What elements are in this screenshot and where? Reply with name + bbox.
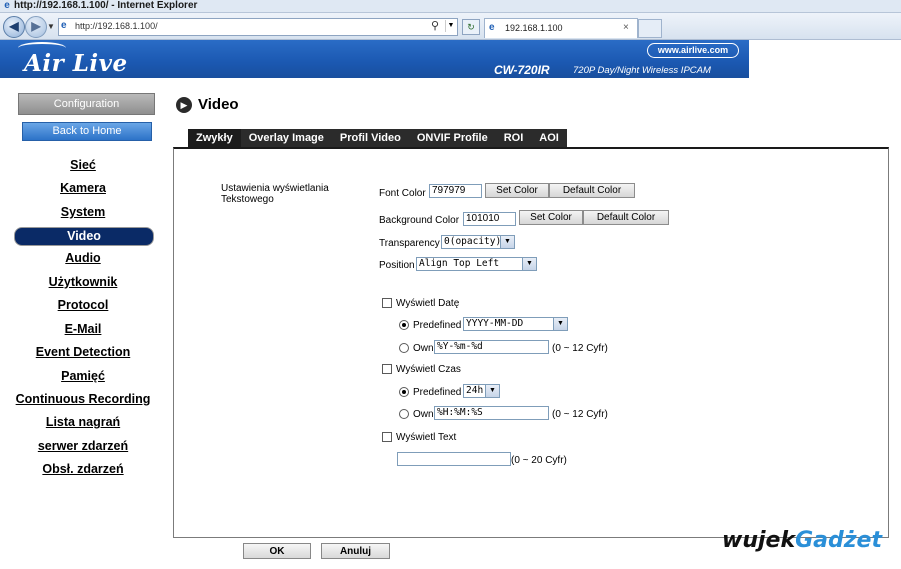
show-text-checkbox[interactable] [382,432,392,442]
cancel-button[interactable]: Anuluj [321,543,390,559]
address-bar[interactable]: e ⚲ ▼ [58,18,458,36]
time-format-value: 24h [466,385,484,396]
browser-tab[interactable]: e 192.168.1.100 × [484,18,638,38]
website-link[interactable]: www.airlive.com [647,43,739,58]
page-favicon-icon: e [61,20,67,31]
forward-arrow-icon[interactable]: ▶ [25,16,47,38]
chevron-down-icon: ▼ [485,385,499,397]
section-label: Ustawienia wyświetlania Tekstowego [221,183,329,205]
watermark-part1: wujek [722,528,796,553]
date-own-radio[interactable] [399,343,409,353]
tab-roi[interactable]: ROI [496,129,532,148]
date-format-select[interactable]: YYYY-MM-DD ▼ [463,317,568,331]
position-value: Align Top Left [419,258,500,269]
font-default-color-button[interactable]: Default Color [549,183,635,198]
chevron-down-icon: ▼ [553,318,567,330]
time-format-select[interactable]: 24h ▼ [463,384,500,398]
history-dropdown-icon[interactable]: ▼ [47,22,55,31]
date-own-input[interactable] [434,340,549,354]
background-set-color-button[interactable]: Set Color [519,210,583,225]
time-own-input[interactable] [434,406,549,420]
close-tab-icon[interactable]: × [623,22,629,33]
sidebar-item-pamiec[interactable]: Pamięć [10,369,156,383]
tab-overlay-image[interactable]: Overlay Image [241,129,332,148]
date-predefined-radio[interactable] [399,320,409,330]
window-title-bar: e http://192.168.1.100/ - Internet Explo… [0,0,901,13]
tab-favicon-icon: e [489,22,495,33]
configuration-button[interactable]: Configuration [18,93,155,115]
ok-button[interactable]: OK [243,543,311,559]
custom-text-hint: (0 ~ 20 Cyfr) [511,455,567,466]
tab-profil-video[interactable]: Profil Video [332,129,409,148]
time-own-label: Own [413,409,434,420]
show-text-label: Wyświetl Text [396,432,457,443]
page-title: Video [198,96,239,113]
back-arrow-icon[interactable]: ◀ [3,16,25,38]
time-predefined-radio[interactable] [399,387,409,397]
header-banner: Air Live www.airlive.com CW-720IR 720P D… [0,40,749,78]
show-date-checkbox[interactable] [382,298,392,308]
search-icon[interactable]: ⚲ [431,19,439,32]
model-description: 720P Day/Night Wireless IPCAM [573,65,711,76]
browser-toolbar: ◀ ▶ ▼ e ⚲ ▼ ↻ e 192.168.1.100 × [0,13,901,40]
chevron-down-icon: ▼ [500,236,514,248]
time-predefined-label: Predefined [413,387,462,398]
address-dropdown-icon[interactable]: ▼ [445,20,456,32]
font-color-label: Font Color [379,188,426,199]
custom-text-input[interactable] [397,452,511,466]
time-own-hint: (0 ~ 12 Cyfr) [552,409,608,420]
date-own-hint: (0 ~ 12 Cyfr) [552,343,608,354]
airlive-logo: Air Live [24,50,128,77]
transparency-value: 0(opacity) [444,236,502,247]
ie-logo-icon: e [4,0,10,11]
video-tabs: Zwykły Overlay Image Profil Video ONVIF … [188,129,567,148]
sidebar-item-system[interactable]: System [10,205,156,219]
url-input[interactable] [75,20,375,32]
sidebar-item-email[interactable]: E-Mail [10,322,156,336]
sidebar-item-audio[interactable]: Audio [10,251,156,265]
time-own-radio[interactable] [399,409,409,419]
sidebar-item-event-detection[interactable]: Event Detection [10,345,156,359]
refresh-icon[interactable]: ↻ [462,19,480,35]
show-time-checkbox[interactable] [382,364,392,374]
new-tab-button[interactable] [638,19,662,38]
chevron-down-icon: ▼ [522,258,536,270]
watermark-part2: Gadżet [795,528,882,553]
background-default-color-button[interactable]: Default Color [583,210,669,225]
background-color-input[interactable] [463,212,516,226]
date-predefined-label: Predefined [413,320,462,331]
transparency-select[interactable]: 0(opacity) ▼ [441,235,515,249]
tab-aoi[interactable]: AOI [531,129,567,148]
model-name: CW-720IR [494,63,550,77]
show-date-label: Wyświetl Datę [396,298,460,309]
sidebar-item-siec[interactable]: Sieć [10,158,156,172]
tab-zwykly[interactable]: Zwykły [188,129,241,148]
window-title: http://192.168.1.100/ - Internet Explore… [14,0,198,11]
watermark-logo: wujekGadżet [722,528,882,553]
background-color-label: Background Color [379,215,460,226]
sidebar-item-uzytkownik[interactable]: Użytkownik [10,275,156,289]
browser-tab-title: 192.168.1.100 [505,23,563,33]
sidebar-item-lista-nagran[interactable]: Lista nagrań [10,415,156,429]
font-color-input[interactable] [429,184,482,198]
sidebar-item-protocol[interactable]: Protocol [10,298,156,312]
date-format-value: YYYY-MM-DD [466,318,524,329]
sidebar-item-continuous-recording[interactable]: Continuous Recording [10,392,156,406]
transparency-label: Transparency [379,238,440,249]
back-to-home-button[interactable]: Back to Home [22,122,152,141]
font-set-color-button[interactable]: Set Color [485,183,549,198]
position-label: Position [379,260,415,271]
sidebar-item-video[interactable]: Video [14,227,154,246]
date-own-label: Own [413,343,434,354]
show-time-label: Wyświetl Czas [396,364,461,375]
tab-onvif-profile[interactable]: ONVIF Profile [409,129,496,148]
sidebar-item-obsl-zdarzen[interactable]: Obsł. zdarzeń [10,462,156,476]
position-select[interactable]: Align Top Left ▼ [416,257,537,271]
sidebar-item-serwer-zdarzen[interactable]: serwer zdarzeń [10,439,156,453]
video-camera-icon: ▶ [176,97,192,113]
sidebar-item-kamera[interactable]: Kamera [10,181,156,195]
